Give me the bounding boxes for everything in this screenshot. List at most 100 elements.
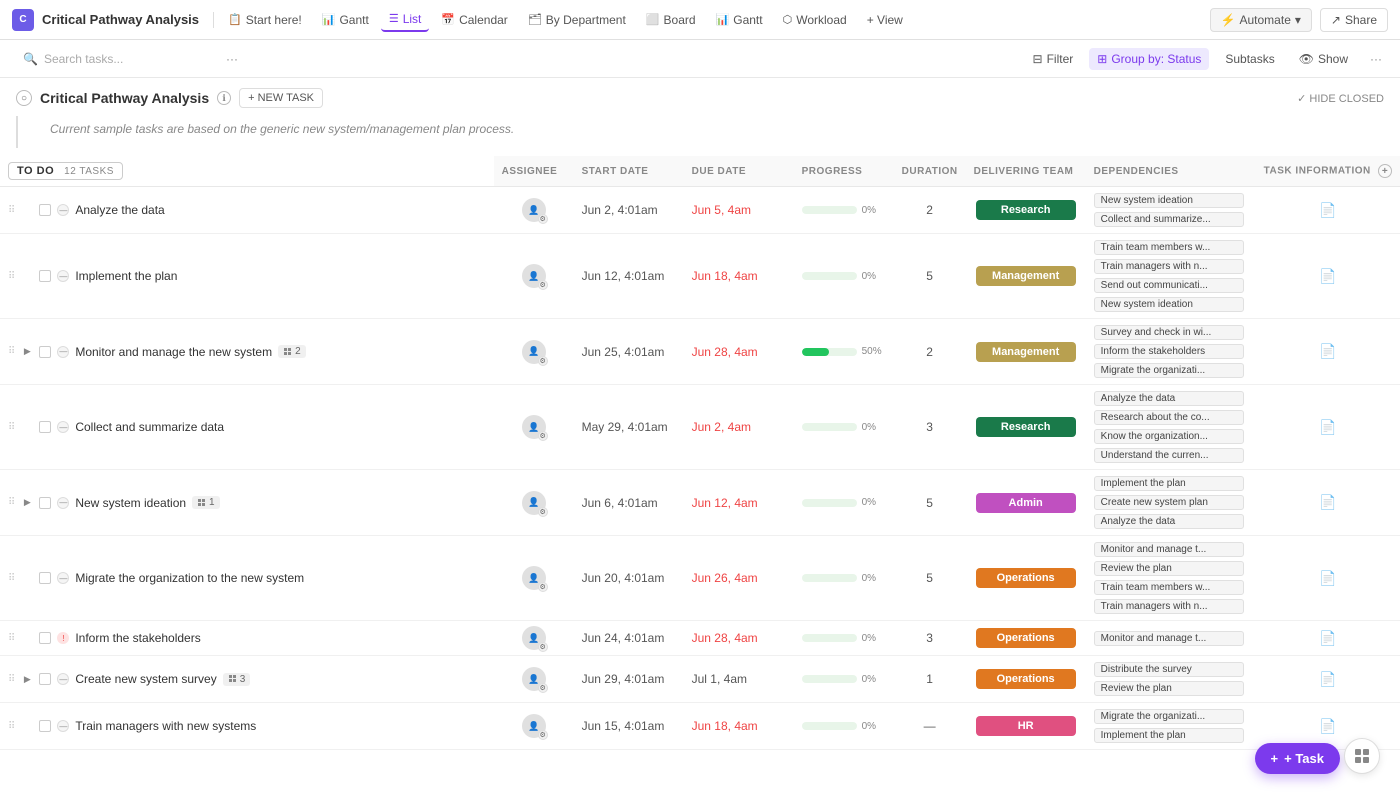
info-doc-icon[interactable]: 📄 <box>1319 343 1336 359</box>
dep-tag[interactable]: Review the plan <box>1094 681 1244 696</box>
task-name[interactable]: Monitor and manage the new system <box>75 345 272 359</box>
drag-handle[interactable]: ⠿ <box>8 205 15 216</box>
share-button[interactable]: ↗ Share <box>1320 8 1388 32</box>
task-checkbox[interactable] <box>39 673 51 685</box>
priority-icon[interactable]: ! <box>57 632 69 644</box>
progress-bar-bg <box>802 423 857 431</box>
info-doc-icon[interactable]: 📄 <box>1319 570 1336 586</box>
dep-tag[interactable]: Analyze the data <box>1094 391 1244 406</box>
show-button[interactable]: 👁 Show <box>1291 48 1356 70</box>
task-name[interactable]: New system ideation <box>75 496 186 510</box>
search-more-button[interactable]: ··· <box>220 48 244 70</box>
dep-tag[interactable]: Implement the plan <box>1094 476 1244 491</box>
dep-tag[interactable]: New system ideation <box>1094 297 1244 312</box>
grid-view-button[interactable] <box>1344 738 1380 774</box>
dep-tag[interactable]: Train managers with n... <box>1094 259 1244 274</box>
priority-icon[interactable]: — <box>57 346 69 358</box>
drag-handle[interactable]: ⠿ <box>8 346 15 357</box>
tab-workload[interactable]: ⬡ Workload <box>775 9 855 31</box>
dep-tag[interactable]: Create new system plan <box>1094 495 1244 510</box>
dep-tag[interactable]: Train team members w... <box>1094 580 1244 595</box>
task-checkbox[interactable] <box>39 720 51 732</box>
info-doc-icon[interactable]: 📄 <box>1319 718 1336 734</box>
task-name[interactable]: Collect and summarize data <box>75 420 224 434</box>
group-by-button[interactable]: ⊞ Group by: Status <box>1089 48 1209 70</box>
add-task-float-button[interactable]: + + Task <box>1255 743 1340 774</box>
info-doc-icon[interactable]: 📄 <box>1319 671 1336 687</box>
info-doc-icon[interactable]: 📄 <box>1319 419 1336 435</box>
task-name[interactable]: Inform the stakeholders <box>75 631 200 645</box>
drag-handle[interactable]: ⠿ <box>8 573 15 584</box>
expand-button[interactable]: ▶ <box>21 673 33 685</box>
tab-add-view[interactable]: + View <box>859 9 911 31</box>
dep-tag[interactable]: Understand the curren... <box>1094 448 1244 463</box>
priority-icon[interactable]: — <box>57 720 69 732</box>
dep-tag[interactable]: New system ideation <box>1094 193 1244 208</box>
dep-tag[interactable]: Survey and check in wi... <box>1094 325 1244 340</box>
dep-tag[interactable]: Collect and summarize... <box>1094 212 1244 227</box>
task-checkbox[interactable] <box>39 497 51 509</box>
info-doc-icon[interactable]: 📄 <box>1319 494 1336 510</box>
tab-list[interactable]: ☰ List <box>381 8 430 32</box>
info-doc-icon[interactable]: 📄 <box>1319 268 1336 284</box>
expand-button[interactable]: ▶ <box>21 497 33 509</box>
dep-tag[interactable]: Migrate the organizati... <box>1094 363 1244 378</box>
task-checkbox[interactable] <box>39 421 51 433</box>
dep-tag[interactable]: Review the plan <box>1094 561 1244 576</box>
priority-icon[interactable]: — <box>57 421 69 433</box>
task-checkbox[interactable] <box>39 572 51 584</box>
add-column-button[interactable]: + <box>1378 164 1392 178</box>
tab-board[interactable]: ⬜ Board <box>638 9 704 31</box>
search-input[interactable]: 🔍 Search tasks... <box>12 47 212 71</box>
dep-tag[interactable]: Research about the co... <box>1094 410 1244 425</box>
dep-tag[interactable]: Monitor and manage t... <box>1094 542 1244 557</box>
task-name[interactable]: Implement the plan <box>75 269 177 283</box>
dep-tag[interactable]: Inform the stakeholders <box>1094 344 1244 359</box>
task-name[interactable]: Train managers with new systems <box>75 719 256 733</box>
dep-tag[interactable]: Migrate the organizati... <box>1094 709 1244 724</box>
dep-tag[interactable]: Train managers with n... <box>1094 599 1244 614</box>
priority-icon[interactable]: — <box>57 673 69 685</box>
drag-handle[interactable]: ⠿ <box>8 422 15 433</box>
task-name[interactable]: Create new system survey <box>75 672 216 686</box>
hide-closed-button[interactable]: ✓ HIDE CLOSED <box>1297 92 1384 105</box>
task-checkbox[interactable] <box>39 346 51 358</box>
drag-handle[interactable]: ⠿ <box>8 633 15 644</box>
tab-gantt-2[interactable]: 📊 Gantt <box>708 9 771 31</box>
subtasks-button[interactable]: Subtasks <box>1217 48 1282 70</box>
task-name[interactable]: Analyze the data <box>75 203 164 217</box>
automate-button[interactable]: ⚡ Automate ▾ <box>1210 8 1312 32</box>
filter-button[interactable]: ⊟ Filter <box>1025 48 1082 70</box>
tab-by-department[interactable]: 🗂 By Department <box>520 9 634 31</box>
drag-handle[interactable]: ⠿ <box>8 271 15 282</box>
project-collapse-button[interactable]: ○ <box>16 90 32 106</box>
toolbar-more-button[interactable]: ··· <box>1364 48 1388 70</box>
task-checkbox[interactable] <box>39 204 51 216</box>
info-doc-icon[interactable]: 📄 <box>1319 202 1336 218</box>
tab-gantt-1[interactable]: 📊 Gantt <box>314 9 377 31</box>
drag-handle[interactable]: ⠿ <box>8 497 15 508</box>
dep-tag[interactable]: Monitor and manage t... <box>1094 631 1244 646</box>
task-name[interactable]: Migrate the organization to the new syst… <box>75 571 304 585</box>
dep-tag[interactable]: Implement the plan <box>1094 728 1244 743</box>
drag-handle[interactable]: ⠿ <box>8 674 15 685</box>
task-checkbox[interactable] <box>39 270 51 282</box>
task-checkbox[interactable] <box>39 632 51 644</box>
drag-handle[interactable]: ⠿ <box>8 721 15 732</box>
expand-button[interactable]: ▶ <box>21 346 33 358</box>
priority-icon[interactable]: — <box>57 497 69 509</box>
dep-tag[interactable]: Send out communicati... <box>1094 278 1244 293</box>
tab-calendar[interactable]: 📅 Calendar <box>433 9 515 31</box>
priority-icon[interactable]: — <box>57 204 69 216</box>
dep-tag[interactable]: Train team members w... <box>1094 240 1244 255</box>
dep-tag[interactable]: Distribute the survey <box>1094 662 1244 677</box>
priority-icon[interactable]: — <box>57 572 69 584</box>
dep-tag[interactable]: Analyze the data <box>1094 514 1244 529</box>
project-info-icon[interactable]: ℹ <box>217 91 231 105</box>
filter-icon: ⊟ <box>1033 52 1043 66</box>
tab-start-here[interactable]: 📋 Start here! <box>220 9 310 31</box>
priority-icon[interactable]: — <box>57 270 69 282</box>
info-doc-icon[interactable]: 📄 <box>1319 630 1336 646</box>
dep-tag[interactable]: Know the organization... <box>1094 429 1244 444</box>
new-task-button[interactable]: + NEW TASK <box>239 88 323 108</box>
